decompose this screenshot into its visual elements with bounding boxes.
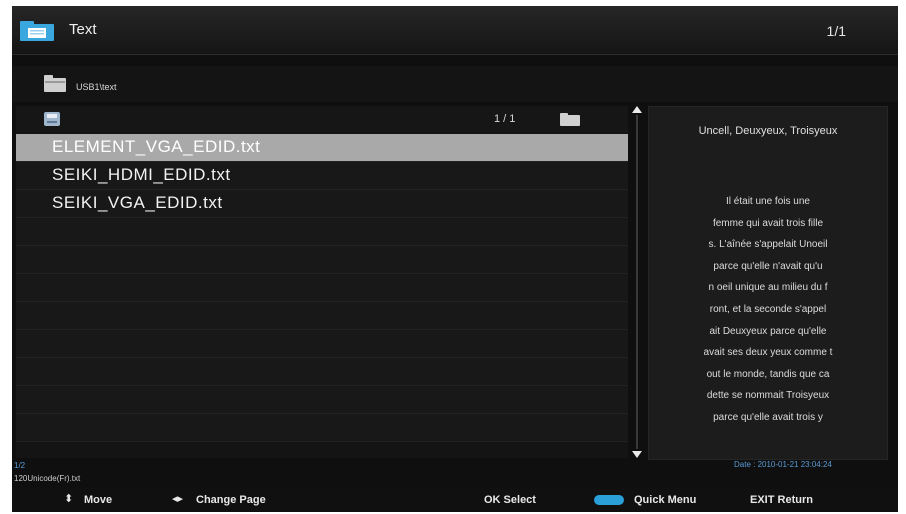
current-path: USB1\text xyxy=(76,82,117,92)
preview-line: ront, et la seconde s'appel xyxy=(709,303,827,315)
preview-line: dette se nommait Troisyeux xyxy=(706,390,830,402)
text-folder-icon xyxy=(20,21,54,41)
media-player-screen: Text 1/1 USB1\text 1 / 1 ELEMENT_VGA_EDI xyxy=(12,6,898,512)
page-title: Text xyxy=(69,21,97,38)
quick-menu-hint: Quick Menu xyxy=(634,494,697,506)
select-hint: OK Select xyxy=(484,494,536,506)
preview-line: parce qu'elle avait trois y xyxy=(713,411,823,423)
preview-line: Il était une fois une xyxy=(726,196,810,207)
empty-row xyxy=(16,330,628,358)
scroll-up-icon[interactable] xyxy=(632,106,642,113)
preview-line: ait Deuxyeux parce qu'elle xyxy=(709,325,827,337)
empty-row xyxy=(16,274,628,302)
folder-icon xyxy=(44,75,66,92)
preview-title: Uncell, Deuxyeux, Troisyeux xyxy=(698,125,838,137)
preview-scrollbar[interactable] xyxy=(631,106,643,458)
file-list: 1 / 1 ELEMENT_VGA_EDID.txt SEIKI_HDMI_ED… xyxy=(16,106,628,458)
preview-text: Il était une fois une femme qui avait tr… xyxy=(649,191,887,429)
empty-row xyxy=(16,358,628,386)
folder-icon[interactable] xyxy=(560,113,580,126)
preview-line: femme qui avait trois fille xyxy=(712,217,824,229)
title-bar: Text 1/1 xyxy=(12,6,898,55)
move-arrows-icon: ⬍ xyxy=(64,493,74,505)
file-row[interactable]: ELEMENT_VGA_EDID.txt xyxy=(16,134,628,162)
empty-row xyxy=(16,414,628,442)
file-info: 120Unicode(Fr).txt xyxy=(14,474,81,483)
hint-bar: ⬍ Move ◂▸ Change Page OK Select Quick Me… xyxy=(12,488,898,512)
blue-key-icon xyxy=(594,495,624,505)
preview-line: s. L'aînée s'appelait Unoeil xyxy=(708,239,828,251)
preview-line: avait ses deux yeux comme t xyxy=(703,347,833,359)
file-name: SEIKI_HDMI_EDID.txt xyxy=(52,165,231,184)
scroll-track[interactable] xyxy=(636,115,638,449)
list-page-count: 1 / 1 xyxy=(494,113,516,125)
scroll-down-icon[interactable] xyxy=(632,451,642,458)
empty-row xyxy=(16,386,628,414)
empty-row xyxy=(16,246,628,274)
preview-line: parce qu'elle n'avait qu'u xyxy=(713,260,823,272)
list-header: 1 / 1 xyxy=(16,106,628,132)
empty-row xyxy=(16,302,628,330)
file-date: Date : 2010-01-21 23:04:24 xyxy=(734,460,832,469)
drive-icon xyxy=(44,112,60,126)
file-row[interactable]: SEIKI_VGA_EDID.txt xyxy=(16,190,628,218)
file-name: SEIKI_VGA_EDID.txt xyxy=(52,193,223,212)
page-indicator: 1/1 xyxy=(826,23,846,39)
change-page-hint: Change Page xyxy=(196,494,266,506)
file-row[interactable]: SEIKI_HDMI_EDID.txt xyxy=(16,162,628,190)
file-index: 1/2 xyxy=(14,461,26,470)
move-hint: Move xyxy=(84,494,113,506)
file-name: ELEMENT_VGA_EDID.txt xyxy=(52,137,261,156)
preview-line: n oeil unique au milieu du f xyxy=(708,282,828,294)
page-arrows-icon: ◂▸ xyxy=(172,493,184,505)
preview-line: out le monde, tandis que ca xyxy=(706,368,830,380)
text-preview-panel: Uncell, Deuxyeux, Troisyeux Il était une… xyxy=(648,106,888,460)
exit-hint: EXIT Return xyxy=(750,494,813,506)
empty-row xyxy=(16,218,628,246)
path-bar: USB1\text xyxy=(12,66,898,102)
